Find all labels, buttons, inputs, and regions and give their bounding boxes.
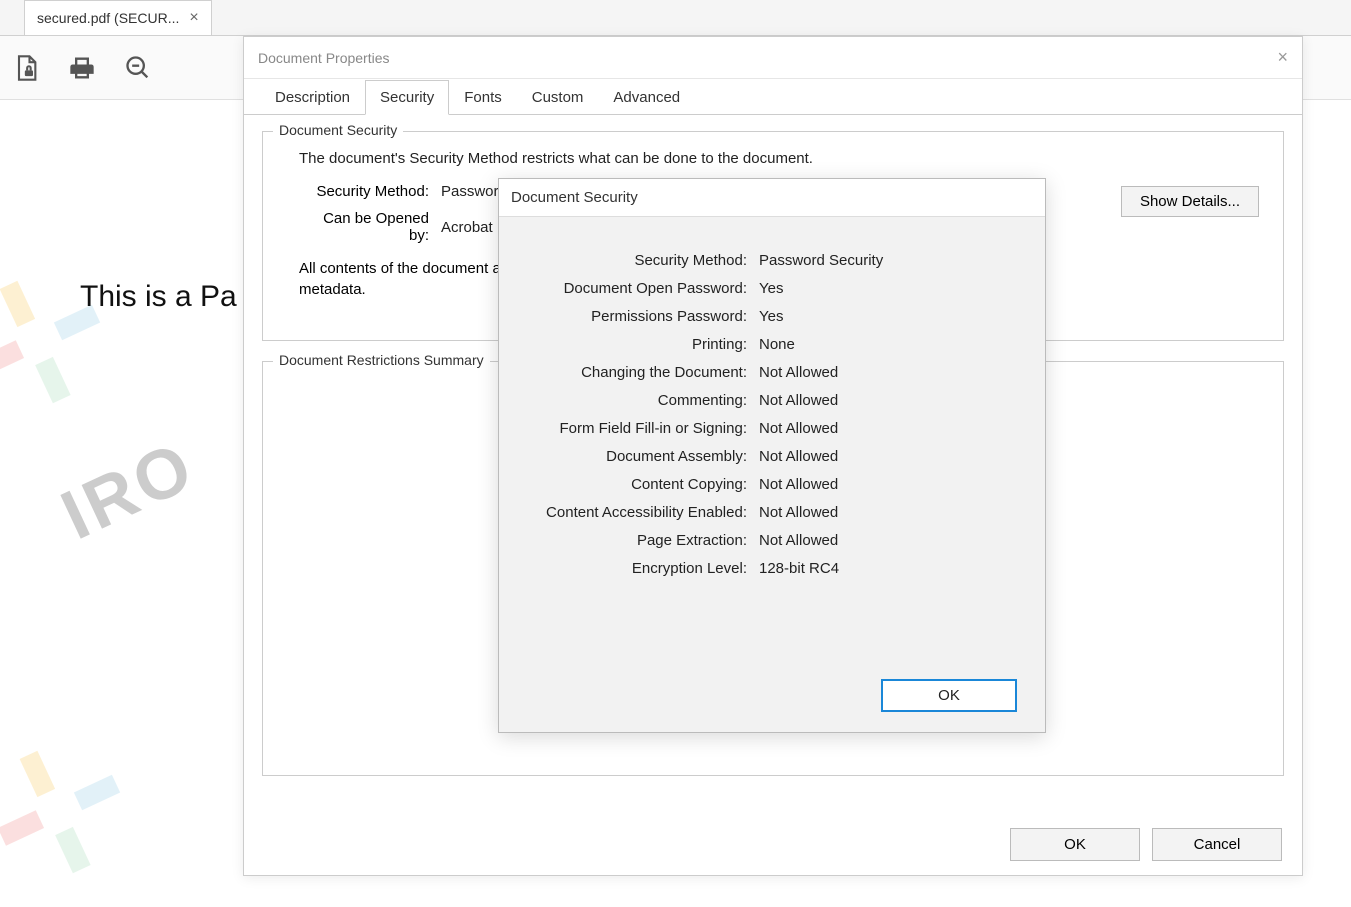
dialog-title: Document Security	[499, 179, 1045, 217]
detail-row: Document Open Password: Yes	[527, 280, 1017, 297]
detail-label: Commenting:	[527, 392, 747, 409]
dialog-titlebar: Document Properties ×	[244, 37, 1302, 79]
tab-security[interactable]: Security	[365, 80, 449, 115]
print-icon[interactable]	[68, 54, 96, 82]
tab-advanced[interactable]: Advanced	[598, 80, 695, 115]
detail-row: Page Extraction: Not Allowed	[527, 532, 1017, 549]
ok-button[interactable]: OK	[881, 679, 1017, 712]
tab-fonts[interactable]: Fonts	[449, 80, 517, 115]
detail-label: Security Method:	[527, 252, 747, 269]
page-body-text: This is a Pa	[80, 280, 237, 314]
detail-label: Document Assembly:	[527, 448, 747, 465]
watermark-text: IRO	[49, 425, 206, 555]
fieldset-legend: Document Security	[273, 122, 403, 138]
detail-row: Changing the Document: Not Allowed	[527, 364, 1017, 381]
detail-value: Yes	[759, 308, 783, 325]
detail-value: Password Security	[759, 252, 883, 269]
opened-by-value: Acrobat	[441, 219, 493, 236]
app-tabbar: secured.pdf (SECUR... ×	[0, 0, 1351, 36]
dialog-footer: OK Cancel	[1010, 828, 1282, 861]
detail-row: Security Method: Password Security	[527, 252, 1017, 269]
detail-row: Commenting: Not Allowed	[527, 392, 1017, 409]
detail-label: Printing:	[527, 336, 747, 353]
ok-button[interactable]: OK	[1010, 828, 1140, 861]
detail-value: None	[759, 336, 795, 353]
detail-row: Document Assembly: Not Allowed	[527, 448, 1017, 465]
dialog-tabs: Description Security Fonts Custom Advanc…	[244, 79, 1302, 115]
detail-value: Not Allowed	[759, 476, 838, 493]
tab-custom[interactable]: Custom	[517, 80, 599, 115]
detail-value: Not Allowed	[759, 448, 838, 465]
security-method-value: Passwor	[441, 183, 499, 200]
detail-row: Permissions Password: Yes	[527, 308, 1017, 325]
detail-label: Encryption Level:	[527, 560, 747, 577]
detail-value: Yes	[759, 280, 783, 297]
detail-row: Form Field Fill-in or Signing: Not Allowe…	[527, 420, 1017, 437]
close-icon[interactable]: ×	[189, 9, 198, 27]
detail-label: Content Accessibility Enabled:	[527, 504, 747, 521]
fieldset-legend: Document Restrictions Summary	[273, 352, 490, 368]
security-description: The document's Security Method restricts…	[299, 150, 1265, 167]
detail-label: Permissions Password:	[527, 308, 747, 325]
detail-row: Encryption Level: 128-bit RC4	[527, 560, 1017, 577]
detail-row: Content Copying: Not Allowed	[527, 476, 1017, 493]
security-method-label: Security Method:	[299, 183, 429, 200]
detail-row: Content Accessibility Enabled: Not Allowe…	[527, 504, 1017, 521]
detail-value: Not Allowed	[759, 504, 838, 521]
document-security-details-dialog: Document Security Security Method: Passwo…	[498, 178, 1046, 733]
detail-value: Not Allowed	[759, 392, 838, 409]
detail-label: Document Open Password:	[527, 280, 747, 297]
watermark-icon	[0, 717, 154, 907]
detail-value: Not Allowed	[759, 364, 838, 381]
opened-by-label: Can be Opened by:	[299, 210, 429, 244]
dialog-footer: OK	[881, 679, 1017, 712]
watermark-icon	[0, 247, 134, 438]
detail-label: Content Copying:	[527, 476, 747, 493]
detail-value: 128-bit RC4	[759, 560, 839, 577]
file-tab-label: secured.pdf (SECUR...	[37, 10, 179, 26]
dialog-body: Security Method: Password Security Documen…	[499, 217, 1045, 604]
detail-row: Printing: None	[527, 336, 1017, 353]
detail-label: Form Field Fill-in or Signing:	[527, 420, 747, 437]
file-tab[interactable]: secured.pdf (SECUR... ×	[24, 0, 212, 35]
cancel-button[interactable]: Cancel	[1152, 828, 1282, 861]
close-icon[interactable]: ×	[1277, 47, 1288, 68]
detail-value: Not Allowed	[759, 420, 838, 437]
dialog-title: Document Properties	[258, 50, 390, 66]
zoom-icon[interactable]	[124, 54, 152, 82]
file-lock-icon[interactable]	[12, 54, 40, 82]
detail-label: Changing the Document:	[527, 364, 747, 381]
detail-value: Not Allowed	[759, 532, 838, 549]
show-details-button[interactable]: Show Details...	[1121, 186, 1259, 217]
detail-label: Page Extraction:	[527, 532, 747, 549]
tab-description[interactable]: Description	[260, 80, 365, 115]
